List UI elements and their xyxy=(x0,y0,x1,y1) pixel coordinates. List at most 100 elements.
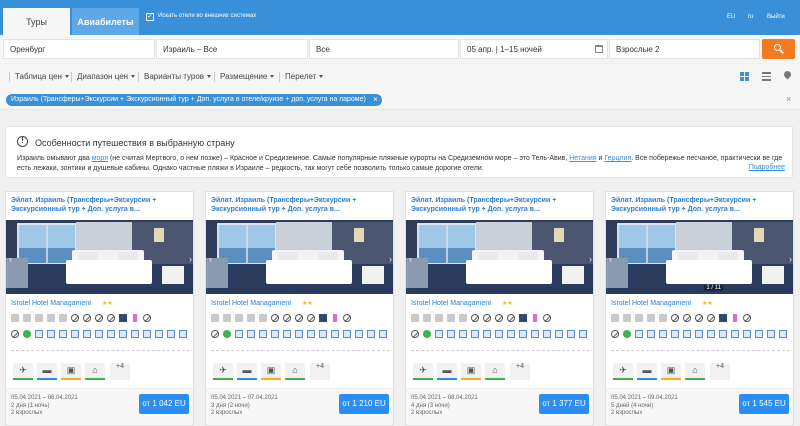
search-button[interactable] xyxy=(762,39,795,59)
facility-icon xyxy=(755,330,763,338)
sea-link[interactable]: моря xyxy=(92,155,108,162)
amenity-icon xyxy=(411,314,419,322)
map-pin-icon[interactable] xyxy=(782,69,793,80)
more-services-badge[interactable]: +4 xyxy=(710,363,730,380)
calendar-icon[interactable] xyxy=(595,45,603,53)
filter-bar: Таблица цен Диапазон цен Варианты туров … xyxy=(0,64,800,90)
netanya-link[interactable]: Нетания xyxy=(569,155,596,162)
facility-icon xyxy=(71,330,79,338)
tour-title[interactable]: Эйлат. Израиль (Трансферы+Экскурсии + Эк… xyxy=(411,197,586,214)
chevron-right-icon[interactable]: › xyxy=(789,254,792,264)
filter-price-range[interactable]: Диапазон цен xyxy=(77,72,136,81)
medical-icon xyxy=(623,330,631,338)
amenity-icon xyxy=(435,314,443,322)
not-available-icon xyxy=(495,314,503,322)
facility-icon xyxy=(495,330,503,338)
chevron-right-icon[interactable]: › xyxy=(189,254,192,264)
hotel-photo[interactable]: ‹ › 1 / 11 xyxy=(606,220,793,294)
filter-flight[interactable]: Перелет xyxy=(285,72,324,81)
hotel-photo[interactable]: ‹ › xyxy=(6,220,193,294)
facility-icon xyxy=(543,330,551,338)
price-button[interactable]: от 1 210 EU xyxy=(339,394,389,414)
hotel-name[interactable]: Isrotel Hotel Managament xyxy=(611,300,691,307)
travelers-field[interactable] xyxy=(609,39,760,59)
tour-title[interactable]: Эйлат. Израиль (Трансферы+Экскурсии + Эк… xyxy=(611,197,786,214)
hotel-name[interactable]: Isrotel Hotel Managament xyxy=(411,300,491,307)
facility-icon xyxy=(459,330,467,338)
more-services-badge[interactable]: +4 xyxy=(510,363,530,380)
tour-card[interactable]: Эйлат. Израиль (Трансферы+Экскурсии + Эк… xyxy=(405,191,594,426)
facility-icon xyxy=(743,330,751,338)
chevron-left-icon[interactable]: ‹ xyxy=(609,254,612,264)
herzliya-link[interactable]: Герцлия xyxy=(604,155,631,162)
resort-field[interactable] xyxy=(309,39,459,59)
clear-filters-icon[interactable]: × xyxy=(786,94,791,104)
tv-icon xyxy=(119,314,127,322)
chevron-left-icon[interactable]: ‹ xyxy=(9,254,12,264)
hotel-photo[interactable]: ‹ › xyxy=(206,220,393,294)
price-button[interactable]: от 1 545 EU xyxy=(739,394,789,414)
tour-title[interactable]: Эйлат. Израиль (Трансферы+Экскурсии + Эк… xyxy=(11,197,186,214)
facility-icon xyxy=(319,330,327,338)
tour-title[interactable]: Эйлат. Израиль (Трансферы+Экскурсии + Эк… xyxy=(211,197,386,214)
tour-card[interactable]: Эйлат. Израиль (Трансферы+Экскурсии + Эк… xyxy=(205,191,394,426)
filter-tour-variants[interactable]: Варианты туров xyxy=(144,72,212,81)
close-icon[interactable]: × xyxy=(373,94,378,106)
card-footer: 05.04.2021 – 07.04.2021 3 дня (2 ночи) 2… xyxy=(206,388,393,425)
logout-link[interactable]: Выйти xyxy=(767,14,785,20)
hotel-photo[interactable]: ‹ › xyxy=(406,220,593,294)
hotel-name[interactable]: Isrotel Hotel Managament xyxy=(11,300,91,307)
not-available-icon xyxy=(611,330,619,338)
chevron-right-icon[interactable]: › xyxy=(589,254,592,264)
filter-accommodation[interactable]: Размещение xyxy=(220,72,275,81)
more-services-badge[interactable]: +4 xyxy=(310,363,330,380)
tab-tours[interactable]: Туры xyxy=(3,8,70,35)
facility-icon xyxy=(635,330,643,338)
external-search-checkbox[interactable]: ✓ xyxy=(146,13,154,21)
facility-icon xyxy=(435,330,443,338)
transfer-service-icon: ▣ xyxy=(461,363,481,380)
destination-input[interactable] xyxy=(163,44,307,54)
origin-input[interactable] xyxy=(10,44,154,54)
tour-card[interactable]: Эйлат. Израиль (Трансферы+Экскурсии + Эк… xyxy=(605,191,794,426)
chevron-right-icon[interactable]: › xyxy=(389,254,392,264)
chevron-down-icon xyxy=(270,75,275,79)
list-view-icon[interactable] xyxy=(762,72,771,81)
dates-field[interactable] xyxy=(460,39,608,59)
facility-icon xyxy=(647,330,655,338)
hotel-name[interactable]: Isrotel Hotel Managament xyxy=(211,300,291,307)
chevron-down-icon xyxy=(207,75,212,79)
transfer-service-icon: ▣ xyxy=(661,363,681,380)
grid-view-icon[interactable] xyxy=(740,72,749,81)
external-search-label: Искать отели во внешних системах xyxy=(158,13,257,19)
facility-icon xyxy=(707,330,715,338)
medical-icon xyxy=(23,330,31,338)
destination-field[interactable] xyxy=(156,39,308,59)
more-link[interactable]: Подробнее xyxy=(749,164,785,171)
travelers-input[interactable] xyxy=(616,44,759,54)
lang-ru-link[interactable]: ru xyxy=(748,14,753,20)
chevron-left-icon[interactable]: ‹ xyxy=(209,254,212,264)
price-button[interactable]: от 1 042 EU xyxy=(139,394,189,414)
tab-flights[interactable]: Авиабилеты xyxy=(72,8,139,35)
facility-icon xyxy=(83,330,91,338)
filter-price-table[interactable]: Таблица цен xyxy=(15,72,69,81)
info-text: Израиль омывают два моря (не считая Мерт… xyxy=(17,155,783,172)
resort-input[interactable] xyxy=(316,44,458,54)
more-services-badge[interactable]: +4 xyxy=(110,363,130,380)
flight-service-icon: ✈ xyxy=(613,363,633,380)
hotel-stars: ★★ xyxy=(302,301,313,307)
price-button[interactable]: от 1 377 EU xyxy=(539,394,589,414)
not-available-icon xyxy=(471,314,479,322)
lang-eu-link[interactable]: EU xyxy=(727,14,735,20)
origin-field[interactable] xyxy=(3,39,155,59)
filter-chip[interactable]: Израиль (Трансферы+Экскурсии + Экскурсио… xyxy=(6,94,382,106)
hairdryer-icon xyxy=(333,314,337,322)
dates-input[interactable] xyxy=(467,44,607,54)
card-footer: 05.04.2021 – 08.04.2021 4 дня (3 ночи) 2… xyxy=(406,388,593,425)
hairdryer-icon xyxy=(733,314,737,322)
facility-icon xyxy=(471,330,479,338)
chevron-left-icon[interactable]: ‹ xyxy=(409,254,412,264)
tour-card[interactable]: Эйлат. Израиль (Трансферы+Экскурсии + Эк… xyxy=(5,191,194,426)
hotel-service-icon: ▬ xyxy=(37,363,57,380)
